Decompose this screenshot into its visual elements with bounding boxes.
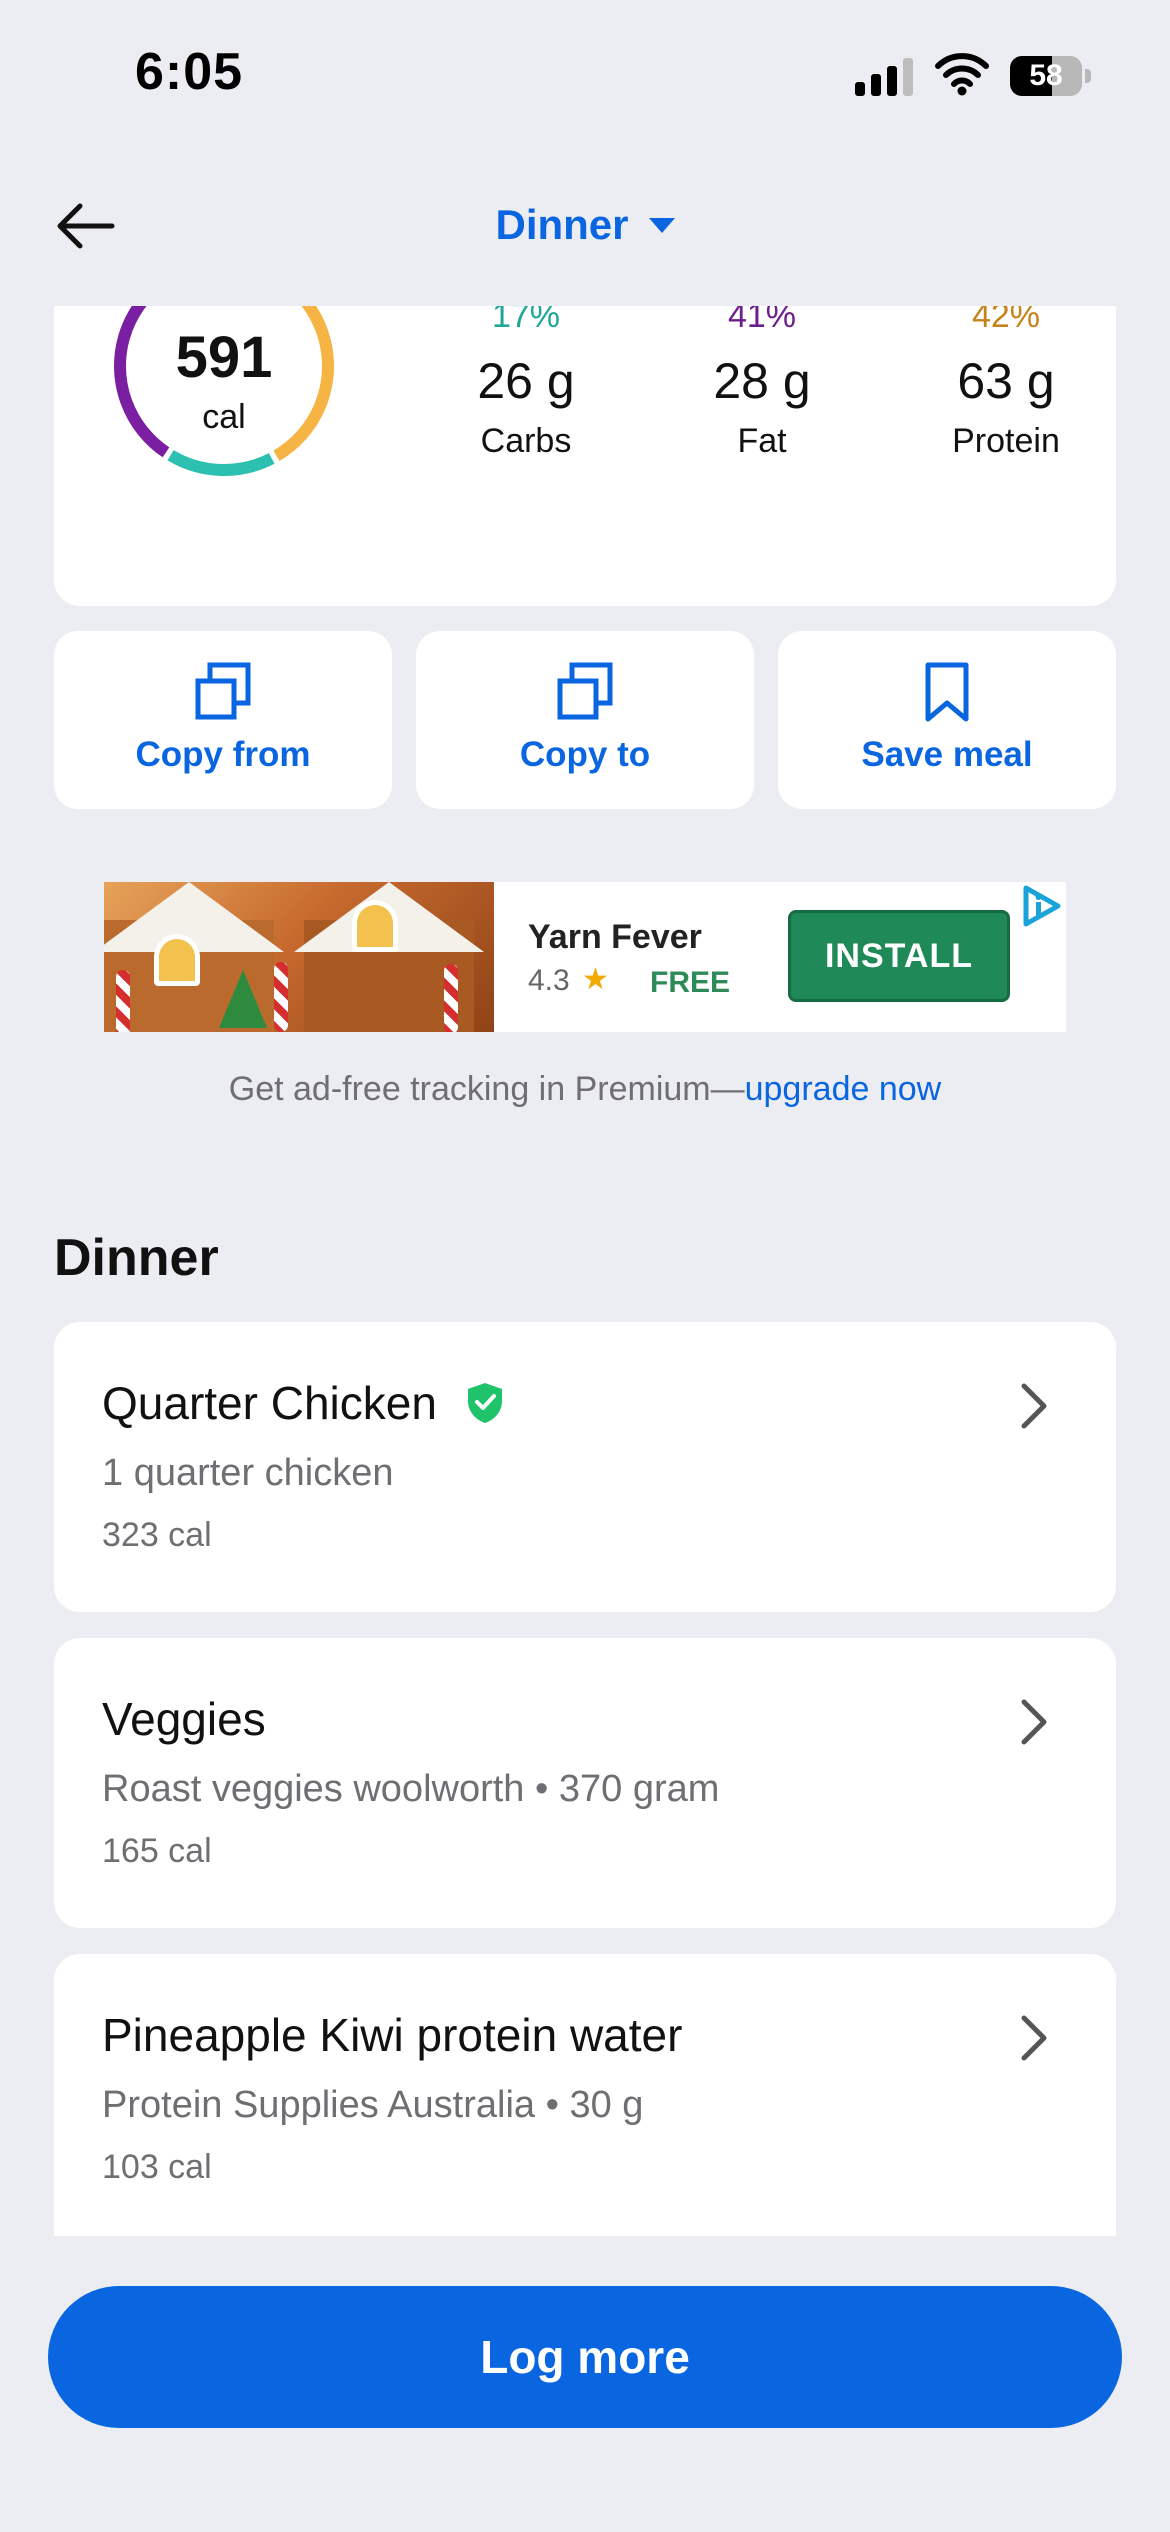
copy-icon <box>195 662 251 720</box>
upgrade-link[interactable]: upgrade now <box>745 1070 942 1108</box>
ad-free-upsell: Get ad-free tracking in Premium—upgrade … <box>0 1070 1170 1109</box>
food-calories: 103 cal <box>102 2148 212 2186</box>
battery-icon: 58 <box>1010 56 1092 96</box>
ring-segment-carbs <box>167 450 275 476</box>
food-name: Veggies <box>102 1692 266 1746</box>
food-calories: 165 cal <box>102 1832 212 1870</box>
nutrition-summary-card: 591 cal 17% 26 g Carbs 41% 28 g Fat 42% … <box>54 306 1116 606</box>
meal-selector[interactable]: Dinner <box>495 201 675 249</box>
macro-carbs: 17% 26 g Carbs <box>426 306 626 461</box>
meal-actions: Copy from Copy to Save meal <box>54 631 1116 809</box>
food-name: Pineapple Kiwi protein water <box>102 2008 682 2062</box>
copy-to-button[interactable]: Copy to <box>416 631 754 809</box>
status-bar: 6:05 58 <box>0 0 1170 150</box>
macro-percent: 42% <box>971 306 1041 335</box>
macro-percent: 17% <box>491 306 561 335</box>
nav-bar: Dinner <box>0 180 1170 270</box>
arrow-left-icon[interactable] <box>50 198 120 254</box>
macro-label: Carbs <box>480 422 572 460</box>
chevron-right-icon <box>1021 1383 1047 1429</box>
ad-banner[interactable]: Yarn Fever 4.3 ★ FREE INSTALL <box>104 882 1066 1032</box>
copy-to-label: Copy to <box>519 735 651 774</box>
macro-label: Fat <box>737 422 787 460</box>
food-calories: 323 cal <box>102 1516 212 1554</box>
macro-value: 63 g <box>957 353 1055 409</box>
copy-icon <box>557 662 613 720</box>
food-name-text: Veggies <box>102 1693 266 1745</box>
chevron-right-icon <box>1021 1699 1047 1745</box>
chevron-right-icon <box>1021 2015 1047 2061</box>
ad-price: FREE <box>650 966 731 999</box>
ad-rating: 4.3 <box>528 964 570 997</box>
food-name: Quarter Chicken <box>102 1376 505 1430</box>
food-item-card[interactable]: Veggies Roast veggies woolworth • 370 gr… <box>54 1638 1116 1928</box>
macro-value: 26 g <box>477 353 575 409</box>
ad-choices-icon[interactable] <box>1016 882 1064 930</box>
save-meal-button[interactable]: Save meal <box>778 631 1116 809</box>
macro-protein: 42% 63 g Protein <box>906 306 1106 461</box>
macro-percent: 41% <box>727 306 797 335</box>
food-name-text: Quarter Chicken <box>102 1377 437 1429</box>
macro-value: 28 g <box>713 353 811 409</box>
battery-level-text: 58 <box>1029 59 1063 92</box>
ad-title: Yarn Fever <box>528 918 702 956</box>
status-time: 6:05 <box>135 43 244 101</box>
food-item-card[interactable]: Quarter Chicken 1 quarter chicken 323 ca… <box>54 1322 1116 1612</box>
calories-unit: cal <box>202 398 246 436</box>
ad-free-text: Get ad-free tracking in Premium— <box>228 1070 745 1108</box>
copy-from-label: Copy from <box>135 735 311 774</box>
ad-image <box>104 882 494 1032</box>
signal-icon <box>855 58 915 96</box>
food-name-text: Pineapple Kiwi protein water <box>102 2009 683 2061</box>
section-title: Dinner <box>54 1229 219 1287</box>
calories-total: 591 <box>175 325 273 390</box>
food-item-card[interactable]: Pineapple Kiwi protein water Protein Sup… <box>54 1954 1116 2236</box>
verified-shield-icon <box>467 1383 502 1423</box>
macro-label: Protein <box>952 422 1060 460</box>
food-description: Roast veggies woolworth • 370 gram <box>102 1768 720 1810</box>
caret-down-icon <box>648 217 675 233</box>
copy-from-button[interactable]: Copy from <box>54 631 392 809</box>
save-meal-label: Save meal <box>861 735 1033 774</box>
star-icon: ★ <box>582 963 609 996</box>
log-more-button[interactable]: Log more <box>48 2286 1122 2428</box>
wifi-icon <box>935 53 989 96</box>
food-description: 1 quarter chicken <box>102 1452 394 1494</box>
nav-title: Dinner <box>495 201 629 248</box>
macro-fat: 41% 28 g Fat <box>662 306 862 461</box>
food-description: Protein Supplies Australia • 30 g <box>102 2084 644 2126</box>
bookmark-icon <box>925 662 969 722</box>
ad-install-button[interactable]: INSTALL <box>788 910 1010 1002</box>
